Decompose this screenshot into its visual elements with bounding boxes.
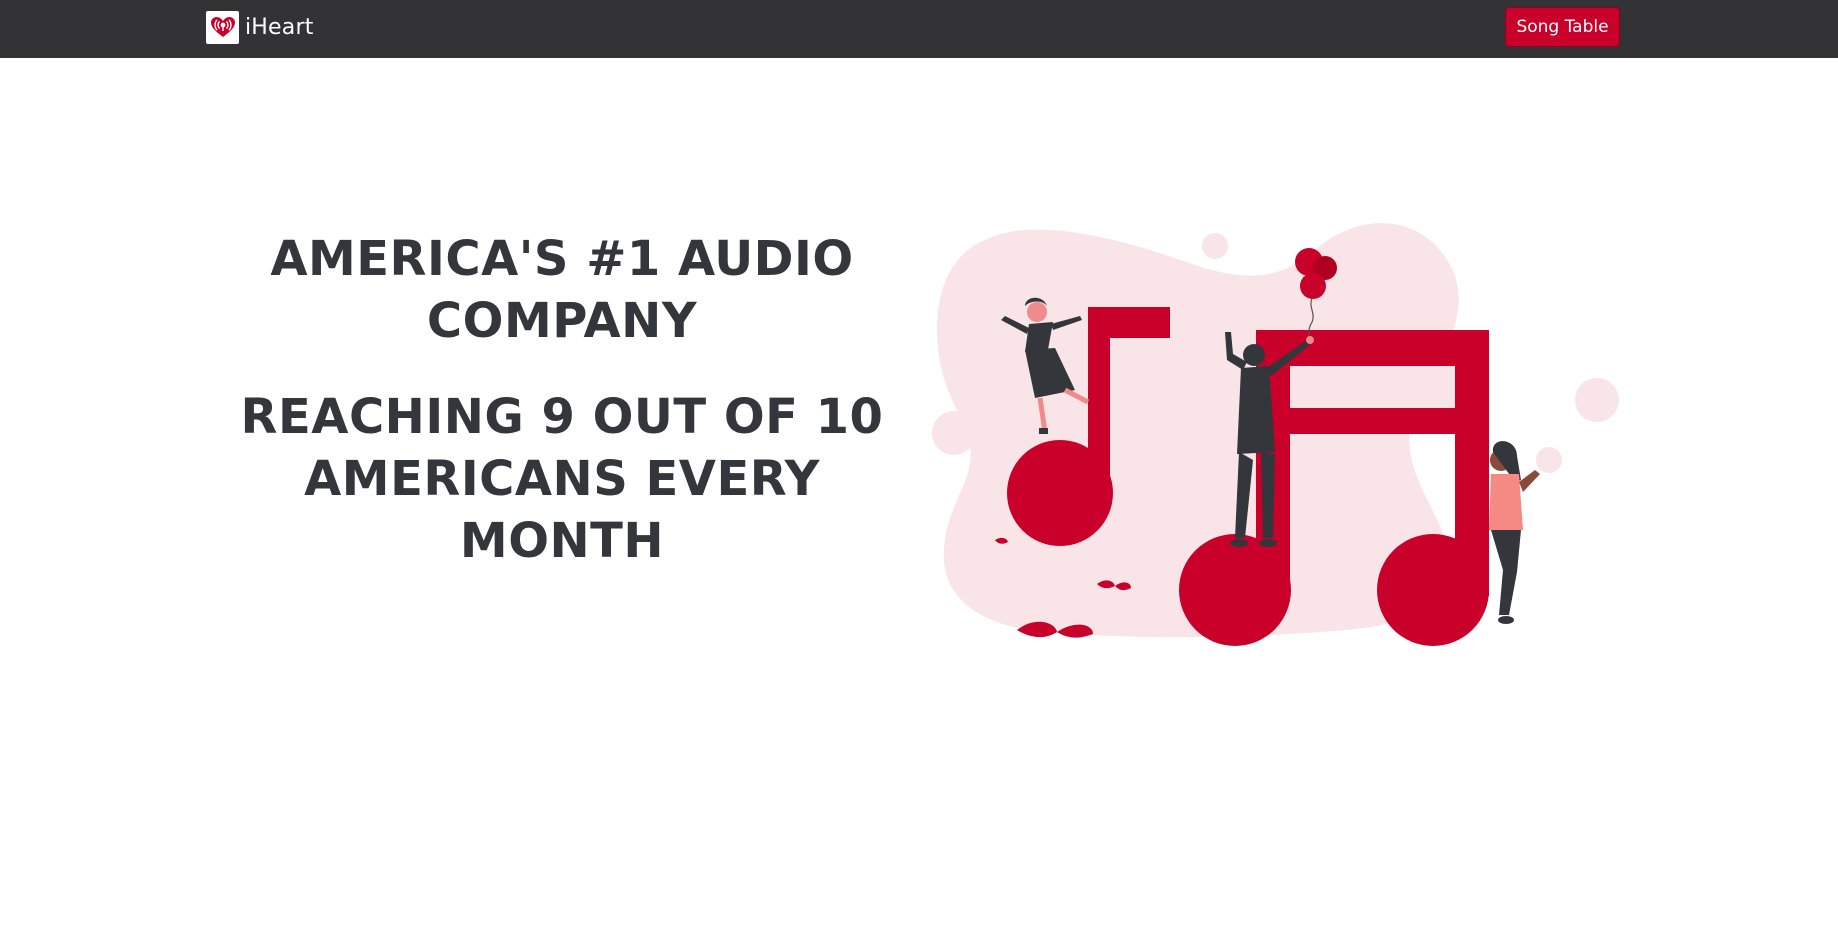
song-table-button[interactable]: Song Table bbox=[1505, 7, 1620, 47]
hero-text: AMERICA'S #1 AUDIO COMPANY REACHING 9 OU… bbox=[212, 228, 912, 572]
note-beam-top bbox=[1256, 330, 1489, 366]
music-notes-people-illustration bbox=[925, 220, 1625, 690]
navbar: iHeart Song Table bbox=[0, 0, 1838, 58]
note-stem-3 bbox=[1455, 330, 1489, 596]
hero-headline: AMERICA'S #1 AUDIO COMPANY bbox=[270, 231, 854, 349]
brand-link[interactable]: iHeart bbox=[206, 10, 314, 44]
iheart-logo-icon bbox=[206, 10, 239, 44]
brand-name: iHeart bbox=[245, 14, 314, 40]
person-standing-icon bbox=[1489, 441, 1540, 624]
note-beam-bottom bbox=[1256, 408, 1489, 434]
hero-subheadline: REACHING 9 OUT OF 10 AMERICANS EVERY MON… bbox=[240, 389, 884, 569]
